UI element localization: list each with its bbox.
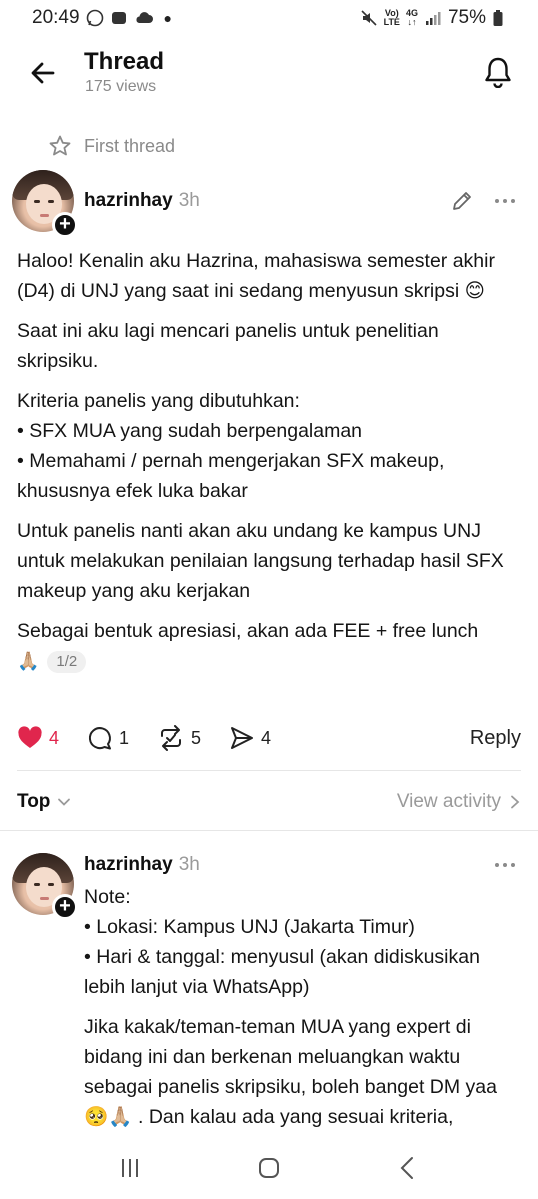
sort-label-text: Top: [17, 791, 51, 812]
repost-button[interactable]: 5: [157, 725, 201, 751]
page-indicator[interactable]: 1/2: [47, 650, 87, 673]
back-nav-button[interactable]: [388, 1148, 428, 1188]
share-count: 4: [261, 727, 272, 748]
reply-more-options-button[interactable]: [490, 855, 520, 875]
more-icon: [495, 863, 499, 867]
4g-bottom: ↓↑: [407, 17, 417, 27]
reply-line: • Lokasi: Kampus UNJ (Jakarta Timur): [84, 916, 415, 938]
heart-icon: [18, 726, 42, 748]
view-count: 175 views: [85, 78, 157, 95]
post-paragraph: Haloo! Kenalin aku Hazrina, mahasiswa se…: [17, 250, 495, 302]
reply-follow-plus-button[interactable]: +: [52, 894, 78, 920]
battery-icon: [492, 9, 510, 27]
pencil-icon: [453, 192, 471, 210]
send-icon: [231, 727, 254, 749]
post-body: Haloo! Kenalin aku Hazrina, mahasiswa se…: [17, 246, 521, 677]
star-icon: [49, 135, 71, 156]
reply-username-text[interactable]: hazrinhay: [84, 854, 173, 875]
reply-button[interactable]: Reply: [470, 727, 521, 750]
home-button[interactable]: [249, 1148, 289, 1188]
divider: [0, 830, 538, 831]
reply-paragraph: Jika kakak/teman-teman MUA yang expert d…: [84, 1016, 497, 1128]
sort-dropdown[interactable]: Top: [17, 791, 72, 813]
reply-time: 3h: [178, 854, 200, 875]
reply-username[interactable]: hazrinhay 3h: [84, 854, 200, 876]
chevron-down-icon: [58, 798, 71, 806]
share-button[interactable]: 4: [229, 725, 271, 751]
post-paragraph: • Memahami / pernah mengerjakan SFX make…: [17, 450, 445, 502]
volte-indicator: Vo) LTE: [384, 9, 400, 27]
post-username[interactable]: hazrinhay 3h: [84, 190, 200, 212]
reply-body: Note: • Lokasi: Kampus UNJ (Jakarta Timu…: [84, 882, 524, 1142]
sort-row: Top View activity: [17, 786, 521, 818]
comment-button[interactable]: 1: [87, 725, 129, 751]
comment-icon: [88, 727, 112, 750]
status-bar: 20:49 ● Vo) LTE 4G ↓↑ 75%: [0, 0, 538, 36]
more-options-button[interactable]: [490, 191, 520, 211]
chevron-left-icon: [400, 1157, 414, 1179]
comment-count: 1: [119, 727, 130, 748]
repost-count: 5: [191, 727, 202, 748]
battery-percent: 75%: [447, 7, 486, 28]
chevron-right-icon: [511, 795, 520, 809]
status-right: Vo) LTE 4G ↓↑ 75%: [360, 7, 510, 29]
volte-bottom: LTE: [383, 17, 400, 27]
post-last-line: 🙏🏼 1/2: [17, 646, 521, 677]
reply-line: • Hari & tanggal: menyusul (akan didisku…: [84, 946, 480, 998]
status-time: 20:49: [32, 7, 80, 28]
edit-button[interactable]: [448, 187, 476, 215]
post-actions: 4 1 5 4 Reply: [17, 722, 521, 754]
status-left: 20:49 ●: [32, 7, 172, 29]
mute-icon: [360, 9, 378, 27]
post-time: 3h: [178, 190, 200, 211]
arrow-left-icon: [31, 62, 55, 84]
back-button[interactable]: [26, 56, 60, 90]
first-thread-label: First thread: [48, 134, 175, 158]
notifications-button[interactable]: [480, 54, 516, 90]
4g-indicator: 4G ↓↑: [406, 9, 418, 27]
bell-icon: [485, 57, 511, 88]
repost-icon: [161, 725, 182, 751]
first-thread-text: First thread: [84, 135, 176, 156]
pray-emoji: 🙏🏼: [17, 651, 40, 672]
post-paragraph: Saat ini aku lagi mencari panelis untuk …: [17, 320, 439, 372]
recent-apps-button[interactable]: [110, 1148, 150, 1188]
post-paragraph: Kriteria panelis yang dibutuhkan:: [17, 390, 300, 412]
page-title: Thread: [84, 48, 165, 75]
post-paragraph: Sebagai bentuk apresiasi, akan ada FEE +…: [17, 620, 479, 642]
recent-apps-icon: [121, 1159, 138, 1177]
like-button[interactable]: 4: [17, 726, 59, 750]
system-nav-bar: [0, 1137, 538, 1199]
cloud-icon: [134, 9, 153, 27]
divider: [17, 770, 521, 771]
like-count: 4: [49, 727, 60, 748]
post-paragraph: • SFX MUA yang sudah berpengalaman: [17, 420, 363, 442]
view-activity-link[interactable]: View activity: [397, 791, 521, 813]
follow-plus-button[interactable]: +: [52, 212, 78, 238]
view-activity-text: View activity: [396, 791, 501, 812]
username-text[interactable]: hazrinhay: [84, 190, 173, 211]
more-icon: [495, 199, 499, 203]
home-icon: [258, 1158, 279, 1178]
notification-app-icon: [110, 9, 128, 27]
thread-header: Thread 175 views: [0, 44, 538, 104]
post-paragraph: Untuk panelis nanti akan aku undang ke k…: [17, 520, 504, 602]
whatsapp-icon: [86, 9, 104, 27]
signal-icon: [424, 9, 442, 27]
dot-icon: ●: [163, 10, 173, 26]
reply-line: Note:: [84, 886, 131, 908]
